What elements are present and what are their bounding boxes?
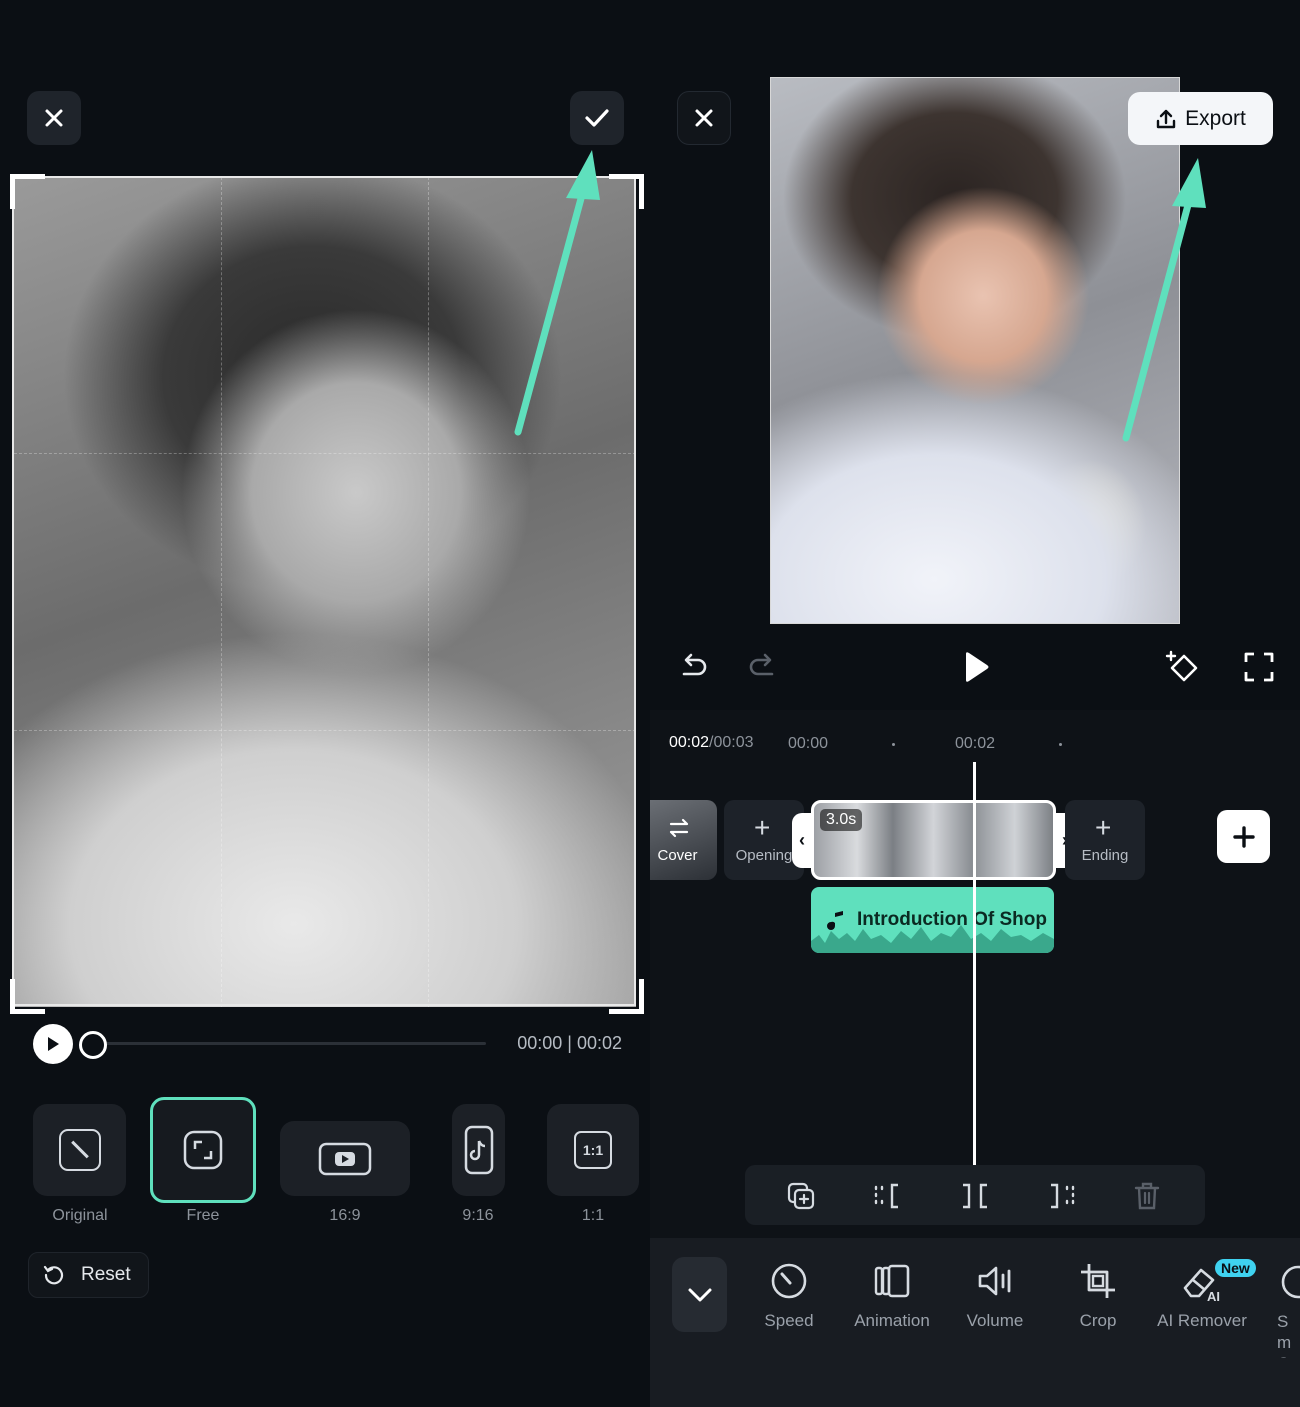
tiktok-icon	[464, 1125, 493, 1175]
split-icon[interactable]	[959, 1181, 991, 1211]
undo-icon[interactable]	[678, 650, 710, 682]
crop-handle-bottom-left[interactable]	[10, 979, 45, 1014]
upload-icon	[1156, 109, 1176, 128]
ratio-label-9-16: 9:16	[462, 1207, 494, 1224]
plus-icon: +	[754, 812, 771, 843]
crop-handle-bottom-right[interactable]	[609, 979, 644, 1014]
close-icon	[45, 109, 63, 127]
crop-handle-top-left[interactable]	[10, 174, 45, 209]
pointer-arrow-icon	[1122, 158, 1206, 442]
ratio-label-free: Free	[186, 1207, 220, 1224]
video-clip[interactable]: 3.0s	[811, 800, 1056, 880]
close-button[interactable]	[27, 91, 81, 145]
tool-speed[interactable]: Speed	[734, 1258, 844, 1358]
plus-icon	[1232, 825, 1255, 848]
crop-panel: 00:00 | 00:02 Original Free 16:9 9:16 1:…	[0, 0, 650, 1407]
diagonal-icon	[58, 1129, 101, 1171]
tool-label-ai-remover: AI Remover	[1157, 1311, 1247, 1330]
ending-clip[interactable]: + Ending	[1065, 800, 1145, 880]
ratio-16-9[interactable]	[280, 1121, 410, 1196]
crop-icon	[1081, 1264, 1115, 1298]
audio-clip[interactable]: Introduction Of Shop	[811, 887, 1054, 953]
playhead[interactable]	[973, 762, 976, 1165]
swap-icon	[669, 818, 689, 838]
free-crop-icon	[183, 1130, 223, 1170]
redo-icon[interactable]	[746, 650, 778, 682]
crop-handle-top-right[interactable]	[609, 174, 644, 209]
ratio-original[interactable]	[33, 1104, 126, 1196]
edit-actions-bar	[745, 1165, 1205, 1225]
chevron-down-icon	[688, 1288, 711, 1301]
play-icon	[48, 1037, 59, 1051]
svg-text:AI: AI	[1207, 1289, 1220, 1302]
fullscreen-icon[interactable]	[1244, 652, 1274, 682]
new-badge: New	[1215, 1259, 1256, 1277]
ruler-tick-0: 00:00	[788, 735, 829, 752]
square-ratio-icon: 1:1	[574, 1131, 612, 1169]
collapse-button[interactable]	[672, 1257, 727, 1332]
smart-cutout-icon	[1281, 1265, 1300, 1299]
tool-label-volume: Volume	[966, 1311, 1024, 1330]
music-note-icon	[827, 911, 843, 930]
trim-end-icon[interactable]	[1045, 1181, 1077, 1211]
tool-smart-cutout[interactable]: Sm Cu	[1276, 1258, 1300, 1358]
ratio-9-16[interactable]	[452, 1104, 505, 1196]
ratio-label-original: Original	[52, 1207, 108, 1224]
ruler-dot	[892, 743, 895, 746]
tool-crop[interactable]: Crop	[1043, 1258, 1153, 1358]
ratio-label-1-1: 1:1	[581, 1207, 605, 1224]
youtube-icon	[318, 1142, 372, 1175]
ratio-1-1[interactable]: 1:1	[547, 1104, 639, 1196]
scrubber-track[interactable]	[92, 1042, 486, 1045]
export-label: Export	[1185, 106, 1246, 130]
tool-ai-remover[interactable]: AI New AI Remover	[1147, 1258, 1257, 1358]
scrubber-knob[interactable]	[79, 1031, 107, 1059]
speed-icon	[771, 1263, 807, 1299]
animation-icon	[874, 1264, 910, 1298]
ratio-free[interactable]	[150, 1097, 256, 1203]
pointer-arrow-icon	[514, 150, 600, 436]
reset-button[interactable]: Reset	[28, 1252, 149, 1298]
tool-animation[interactable]: Animation	[837, 1258, 947, 1358]
confirm-button[interactable]	[570, 91, 624, 145]
cover-clip[interactable]: Cover	[650, 800, 717, 880]
reset-icon	[43, 1265, 64, 1285]
tool-label-smart-cutout: Sm Cu	[1277, 1312, 1299, 1358]
tool-volume[interactable]: Volume	[940, 1258, 1050, 1358]
plus-icon: +	[1095, 812, 1112, 843]
audio-title: Introduction Of Shop	[857, 909, 1047, 930]
trim-start-icon[interactable]	[872, 1181, 904, 1211]
ruler-dot	[1059, 743, 1062, 746]
tool-label-crop: Crop	[1079, 1311, 1117, 1330]
check-icon	[585, 109, 609, 127]
export-button[interactable]: Export	[1128, 92, 1273, 145]
duplicate-icon[interactable]	[786, 1181, 816, 1211]
add-clip-button[interactable]	[1217, 810, 1270, 863]
clip-duration: 3.0s	[820, 809, 863, 831]
ending-label: Ending	[1081, 847, 1129, 864]
keyframe-icon[interactable]	[1163, 648, 1203, 684]
ruler-tick-2: 00:02	[955, 735, 996, 752]
tool-label-speed: Speed	[764, 1311, 814, 1330]
volume-icon	[978, 1266, 1011, 1296]
play-button[interactable]	[33, 1024, 73, 1064]
play-icon[interactable]	[960, 650, 992, 684]
delete-icon[interactable]	[1133, 1181, 1161, 1211]
cover-label: Cover	[657, 847, 698, 864]
playback-time: 00:00 | 00:02	[517, 1033, 622, 1053]
reset-label: Reset	[81, 1264, 131, 1285]
editor-close-button[interactable]	[677, 91, 731, 145]
clip-trim-left[interactable]: ‹	[792, 813, 812, 868]
close-icon	[695, 109, 713, 127]
tool-label-animation: Animation	[854, 1311, 930, 1330]
timeline-current-time: 00:02/00:03	[669, 734, 754, 751]
ratio-label-16-9: 16:9	[329, 1207, 361, 1224]
